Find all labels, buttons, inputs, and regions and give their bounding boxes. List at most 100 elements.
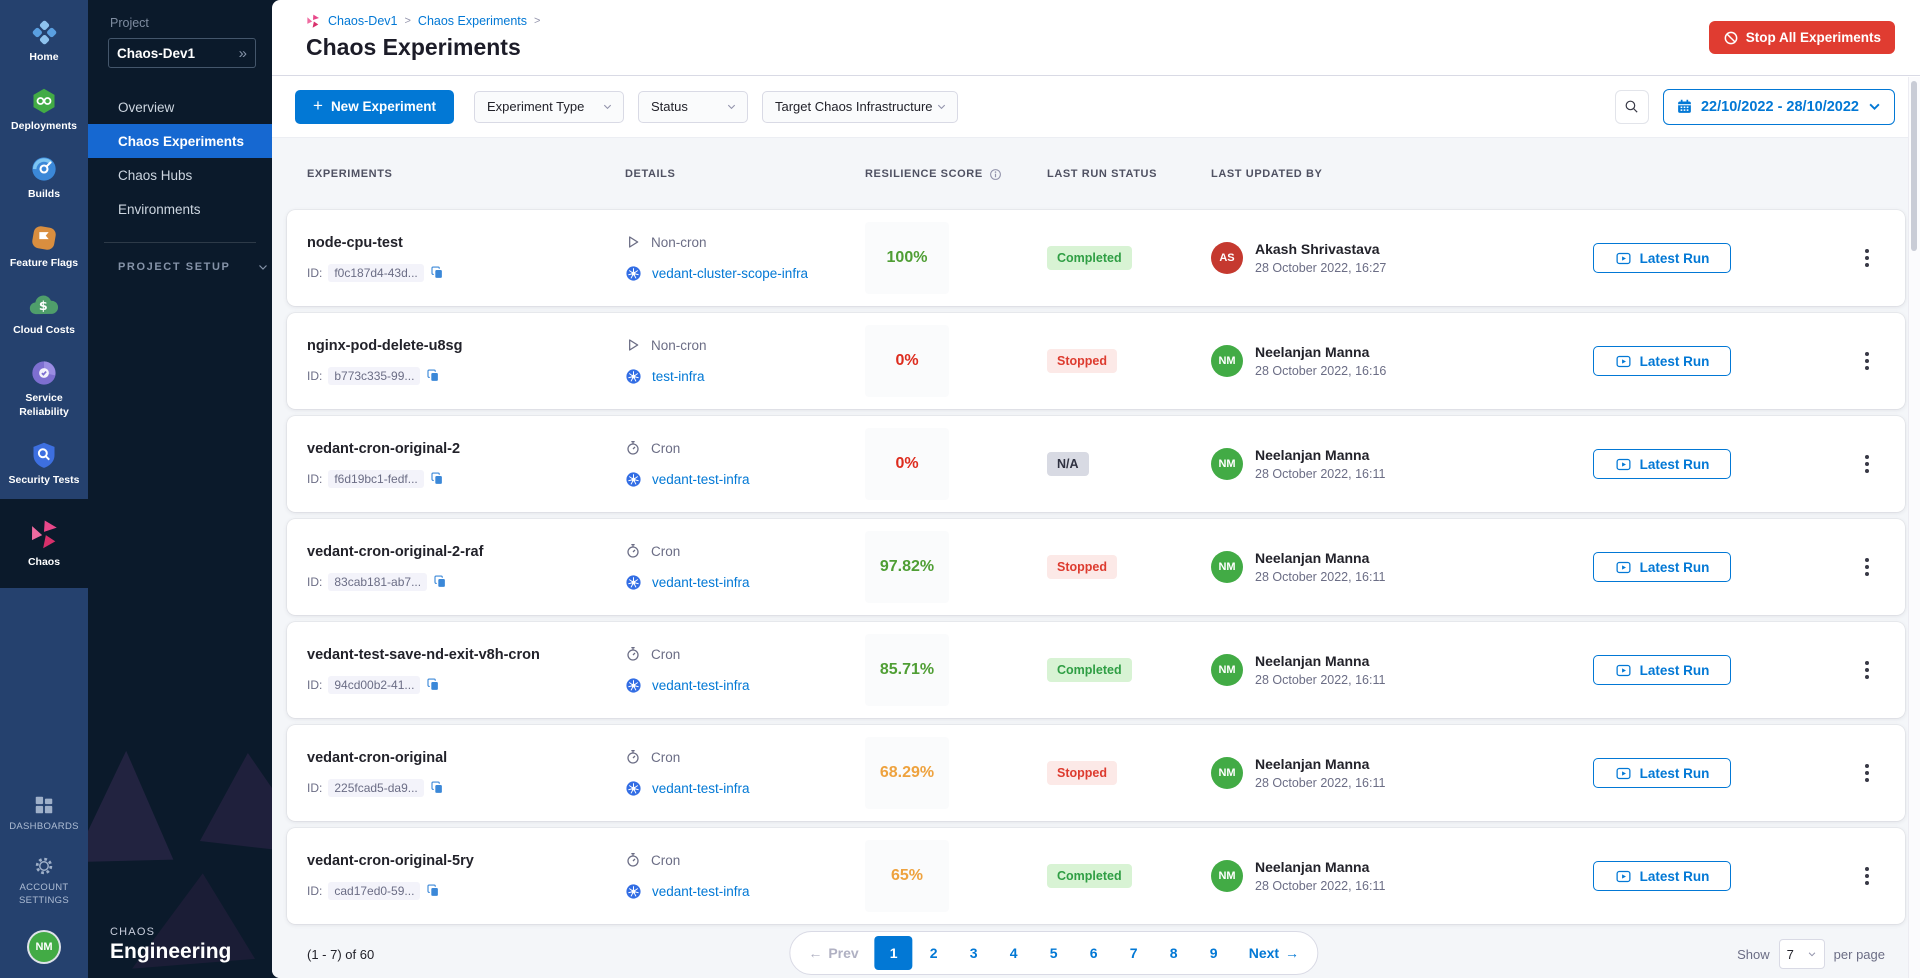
latest-run-icon (1615, 353, 1632, 370)
infrastructure-link[interactable]: vedant-test-infra (652, 781, 750, 796)
app-root: Home Deployments Builds (0, 0, 1920, 978)
stop-all-experiments-button[interactable]: Stop All Experiments (1709, 21, 1895, 54)
row-menu-kebab-icon[interactable] (1853, 244, 1881, 272)
page-button[interactable]: 9 (1195, 936, 1233, 970)
table-row[interactable]: vedant-cron-original ID: 225fcad5-da9... (287, 725, 1905, 821)
infrastructure-link[interactable]: vedant-test-infra (652, 678, 750, 693)
id-label: ID: (307, 884, 322, 898)
collapse-icon[interactable]: » (239, 45, 247, 62)
page-button[interactable]: 3 (955, 936, 993, 970)
row-menu-kebab-icon[interactable] (1853, 759, 1881, 787)
latest-run-button[interactable]: Latest Run (1593, 552, 1731, 582)
experiment-name[interactable]: vedant-cron-original (307, 750, 605, 766)
experiment-name[interactable]: vedant-cron-original-2-raf (307, 544, 605, 560)
row-menu-kebab-icon[interactable] (1853, 656, 1881, 684)
latest-run-button[interactable]: Latest Run (1593, 449, 1731, 479)
row-menu-kebab-icon[interactable] (1853, 553, 1881, 581)
infrastructure-link[interactable]: vedant-test-infra (652, 575, 750, 590)
info-icon[interactable] (989, 168, 1002, 181)
copy-icon[interactable] (433, 574, 448, 589)
table-row[interactable]: nginx-pod-delete-u8sg ID: b773c335-99... (287, 313, 1905, 409)
nav-dashboards[interactable]: DASHBOARDS (0, 783, 88, 844)
nav-cloud-costs[interactable]: $ Cloud Costs (0, 282, 88, 349)
sidebar-item-chaos-hubs[interactable]: Chaos Hubs (88, 158, 272, 192)
copy-icon[interactable] (430, 265, 445, 280)
table-row[interactable]: vedant-cron-original-2-raf ID: 83cab181-… (287, 519, 1905, 615)
score-cell: 68.29% (845, 737, 1027, 809)
nav-chaos[interactable]: Chaos (0, 499, 88, 588)
page-button[interactable]: 4 (995, 936, 1033, 970)
nav-dashboards-label: DASHBOARDS (9, 821, 79, 833)
copy-icon[interactable] (426, 883, 441, 898)
user-avatar[interactable]: NM (29, 932, 59, 962)
scrollbar-thumb[interactable] (1911, 81, 1917, 251)
copy-icon[interactable] (426, 368, 441, 383)
breadcrumb-experiments-link[interactable]: Chaos Experiments (418, 14, 527, 28)
page-button[interactable]: 5 (1035, 936, 1073, 970)
sidebar-item-environments[interactable]: Environments (88, 192, 272, 226)
nav-home[interactable]: Home (0, 8, 88, 76)
copy-icon[interactable] (430, 780, 445, 795)
details-cell: Cron vedant-test-infra (605, 749, 845, 797)
copy-icon[interactable] (430, 471, 445, 486)
nav-deployments[interactable]: Deployments (0, 76, 88, 145)
experiment-id: 94cd00b2-41... (328, 676, 420, 694)
target-infrastructure-filter[interactable]: Target Chaos Infrastructure (762, 91, 958, 123)
sidebar-item-chaos-experiments[interactable]: Chaos Experiments (88, 124, 272, 158)
latest-run-button[interactable]: Latest Run (1593, 758, 1731, 788)
next-page-button[interactable]: Next → (1243, 936, 1305, 970)
experiment-name[interactable]: nginx-pod-delete-u8sg (307, 338, 605, 354)
new-experiment-button[interactable]: + New Experiment (295, 90, 454, 124)
copy-icon[interactable] (426, 677, 441, 692)
nav-feature-flags-label: Feature Flags (10, 257, 78, 271)
table-row[interactable]: vedant-test-save-nd-exit-v8h-cron ID: 94… (287, 622, 1905, 718)
user-info: Neelanjan Manna 28 October 2022, 16:11 (1255, 756, 1385, 790)
status-filter[interactable]: Status (638, 91, 748, 123)
home-icon (31, 19, 58, 46)
page-button[interactable]: 8 (1155, 936, 1193, 970)
table-row[interactable]: vedant-cron-original-5ry ID: cad17ed0-59… (287, 828, 1905, 924)
per-page-select[interactable]: 7 (1779, 939, 1825, 969)
nav-builds[interactable]: Builds (0, 144, 88, 213)
page-button[interactable]: 2 (915, 936, 953, 970)
date-range-picker[interactable]: 22/10/2022 - 28/10/2022 (1663, 89, 1895, 125)
table-row[interactable]: node-cpu-test ID: f0c187d4-43d... (287, 210, 1905, 306)
stopwatch-icon (625, 646, 641, 662)
infrastructure-link[interactable]: vedant-test-infra (652, 884, 750, 899)
infrastructure-link[interactable]: vedant-test-infra (652, 472, 750, 487)
breadcrumb-project-link[interactable]: Chaos-Dev1 (328, 14, 397, 28)
latest-run-button[interactable]: Latest Run (1593, 861, 1731, 891)
infrastructure-link[interactable]: test-infra (652, 369, 705, 384)
infrastructure-link[interactable]: vedant-cluster-scope-infra (652, 266, 808, 281)
latest-run-button[interactable]: Latest Run (1593, 346, 1731, 376)
experiment-name[interactable]: node-cpu-test (307, 235, 605, 251)
row-menu-kebab-icon[interactable] (1853, 450, 1881, 478)
nav-feature-flags[interactable]: Feature Flags (0, 213, 88, 282)
avatar: NM (1211, 448, 1243, 480)
page-button[interactable]: 7 (1115, 936, 1153, 970)
project-setup-section[interactable]: PROJECT SETUP (88, 261, 272, 273)
experiment-name[interactable]: vedant-test-save-nd-exit-v8h-cron (307, 647, 605, 663)
search-button[interactable] (1615, 90, 1649, 124)
page-button[interactable]: 6 (1075, 936, 1113, 970)
project-selector[interactable]: Chaos-Dev1 » (108, 38, 256, 68)
scrollbar-track[interactable] (1908, 77, 1920, 978)
nav-service-reliability[interactable]: Service Reliability (0, 348, 88, 430)
svg-text:$: $ (39, 298, 48, 313)
nav-security-tests[interactable]: Security Tests (0, 430, 88, 499)
prev-page-button[interactable]: ← Prev (802, 936, 864, 970)
row-menu-kebab-icon[interactable] (1853, 347, 1881, 375)
sidebar-item-overview[interactable]: Overview (88, 90, 272, 124)
nav-account-settings[interactable]: ACCOUNT SETTINGS (0, 844, 88, 918)
row-menu-kebab-icon[interactable] (1853, 862, 1881, 890)
stopwatch-icon (625, 440, 641, 456)
details-cell: Non-cron test-infra (605, 337, 845, 385)
experiment-name[interactable]: vedant-cron-original-5ry (307, 853, 605, 869)
page-button[interactable]: 1 (875, 936, 913, 970)
latest-run-button[interactable]: Latest Run (1593, 655, 1731, 685)
latest-run-button[interactable]: Latest Run (1593, 243, 1731, 273)
experiment-type-filter[interactable]: Experiment Type (474, 91, 624, 123)
builds-icon (30, 155, 58, 183)
experiment-name[interactable]: vedant-cron-original-2 (307, 441, 605, 457)
table-row[interactable]: vedant-cron-original-2 ID: f6d19bc1-fedf… (287, 416, 1905, 512)
